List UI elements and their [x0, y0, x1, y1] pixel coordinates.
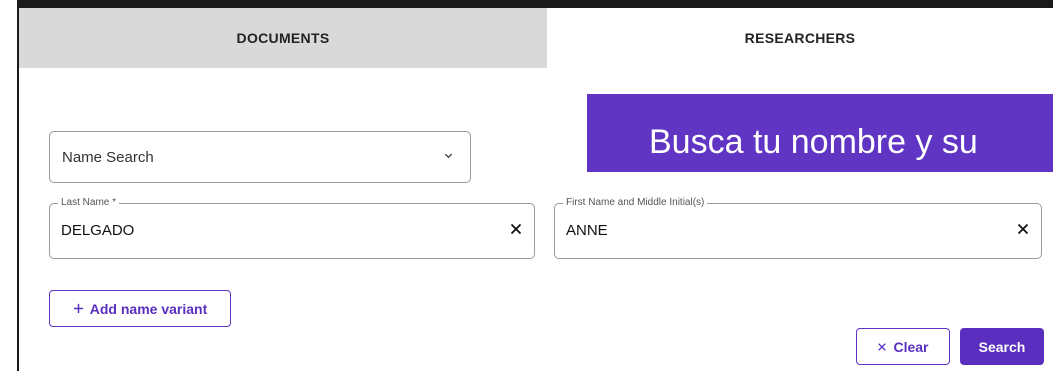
name-search-label: Name Search [62, 149, 154, 166]
last-name-label: Last Name * [58, 197, 120, 209]
tab-researchers[interactable]: RESEARCHERS [547, 8, 1053, 68]
tab-documents[interactable]: DOCUMENTS [19, 8, 547, 68]
clear-button[interactable]: Clear [856, 328, 950, 365]
clear-label: Clear [893, 338, 929, 355]
promo-banner: Busca tu nombre y su [587, 94, 1053, 172]
chevron-down-icon [443, 150, 454, 161]
window-frame-top [17, 0, 1053, 8]
close-icon [877, 342, 887, 352]
first-name-label: First Name and Middle Initial(s) [563, 197, 708, 209]
add-name-variant-label: Add name variant [89, 300, 208, 317]
first-name-field[interactable]: First Name and Middle Initial(s) [554, 197, 1042, 259]
last-name-field[interactable]: Last Name * [49, 197, 535, 259]
plus-icon [73, 303, 84, 314]
search-button[interactable]: Search [960, 328, 1044, 365]
first-name-input[interactable] [566, 220, 966, 240]
close-icon[interactable] [510, 223, 522, 235]
close-icon[interactable] [1017, 223, 1029, 235]
last-name-input[interactable] [61, 220, 461, 240]
add-name-variant-button[interactable]: Add name variant [49, 290, 231, 327]
name-search-select[interactable]: Name Search [49, 131, 471, 183]
search-label: Search [978, 338, 1026, 355]
banner-text: Busca tu nombre y su [649, 123, 978, 161]
